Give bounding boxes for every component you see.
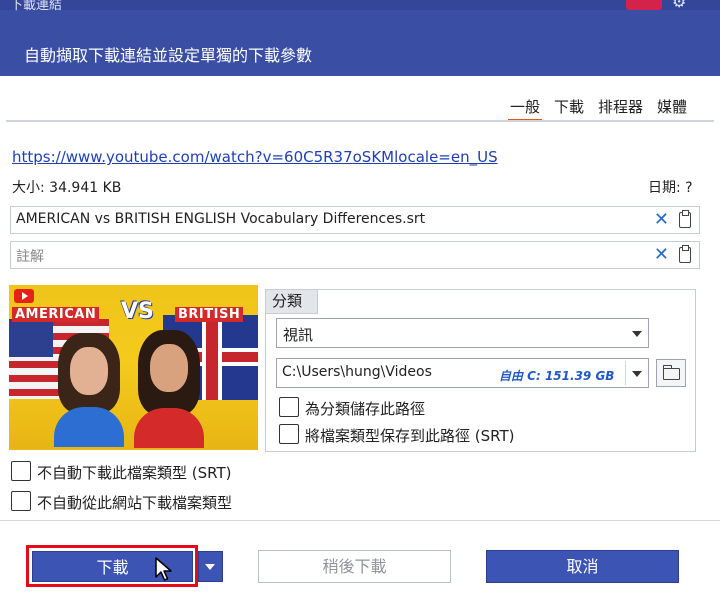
dialog-subtitle: 自動擷取下載連結並設定單獨的下載參數 xyxy=(24,46,313,65)
filename-value: AMERICAN vs BRITISH ENGLISH Vocabulary D… xyxy=(16,211,426,227)
clear-comment-icon[interactable]: ✕ xyxy=(654,244,669,265)
chevron-down-icon xyxy=(632,331,642,337)
dropdown-divider xyxy=(625,361,626,385)
gear-icon[interactable]: ⚙ xyxy=(672,0,686,11)
download-options-dropdown[interactable] xyxy=(198,551,223,582)
video-thumbnail: AMERICAN VS BRITISH xyxy=(9,285,258,450)
presenter-left xyxy=(54,333,124,447)
comment-field[interactable]: 註解 ✕ xyxy=(10,241,700,269)
free-space: 自由 C: 151.39 GB xyxy=(499,369,615,383)
clipboard-icon[interactable] xyxy=(679,210,691,228)
save-path-dropdown[interactable]: C:\Users\hung\Videos 自由 C: 151.39 GB xyxy=(276,358,649,388)
category-selected: 視訊 xyxy=(283,326,314,344)
no-auto-filetype-checkbox[interactable] xyxy=(11,461,31,481)
save-path-for-filetype-checkbox[interactable] xyxy=(279,424,299,444)
save-path-value: C:\Users\hung\Videos xyxy=(282,364,432,380)
comment-placeholder: 註解 xyxy=(16,249,44,265)
save-path-for-category-checkbox[interactable] xyxy=(279,397,299,417)
save-path-for-filetype-label: 將檔案類型保存到此路徑 (SRT) xyxy=(305,427,515,445)
title-bar xyxy=(0,0,720,10)
tab-media[interactable]: 媒體 xyxy=(655,96,689,122)
folder-icon xyxy=(662,365,680,380)
download-url-link[interactable]: https://www.youtube.com/watch?v=60C5R37o… xyxy=(12,148,498,166)
browse-folder-button[interactable] xyxy=(656,359,686,387)
footer-divider xyxy=(0,520,720,521)
tab-download[interactable]: 下載 xyxy=(552,96,586,122)
cancel-button[interactable]: 取消 xyxy=(486,550,679,583)
thumbnail-american-text: AMERICAN xyxy=(12,307,100,322)
filename-field[interactable]: AMERICAN vs BRITISH ENGLISH Vocabulary D… xyxy=(10,206,700,234)
no-auto-site-checkbox[interactable] xyxy=(11,491,31,511)
tab-divider xyxy=(6,120,714,122)
clear-filename-icon[interactable]: ✕ xyxy=(654,209,669,230)
presenter-right xyxy=(134,330,204,448)
clipboard-icon[interactable] xyxy=(679,245,691,263)
uk-flag-cross-vertical xyxy=(202,315,222,400)
chevron-down-icon xyxy=(632,371,642,377)
no-auto-filetype-label: 不自動下載此檔案類型 (SRT) xyxy=(37,464,232,482)
category-dropdown[interactable]: 視訊 xyxy=(276,318,649,348)
category-label: 分類 xyxy=(266,290,318,314)
thumbnail-vs-text: VS xyxy=(121,299,154,324)
save-path-for-category-label: 為分類儲存此路徑 xyxy=(305,400,426,418)
thumbnail-british-text: BRITISH xyxy=(175,307,244,322)
file-size: 大小: 34.941 KB xyxy=(12,180,122,196)
youtube-icon xyxy=(14,289,34,303)
window-title: 下載連結 xyxy=(10,0,63,13)
file-date: 日期: ? xyxy=(648,180,693,196)
mouse-cursor-icon xyxy=(155,557,172,581)
close-button[interactable] xyxy=(626,0,662,10)
tab-general[interactable]: 一般 xyxy=(508,96,543,122)
tab-bar: 一般 下載 排程器 媒體 xyxy=(508,96,689,122)
tab-scheduler[interactable]: 排程器 xyxy=(596,96,645,122)
download-later-button[interactable]: 稍後下載 xyxy=(258,550,451,583)
us-flag-canton xyxy=(9,319,53,357)
no-auto-site-label: 不自動從此網站下載檔案類型 xyxy=(37,494,233,512)
